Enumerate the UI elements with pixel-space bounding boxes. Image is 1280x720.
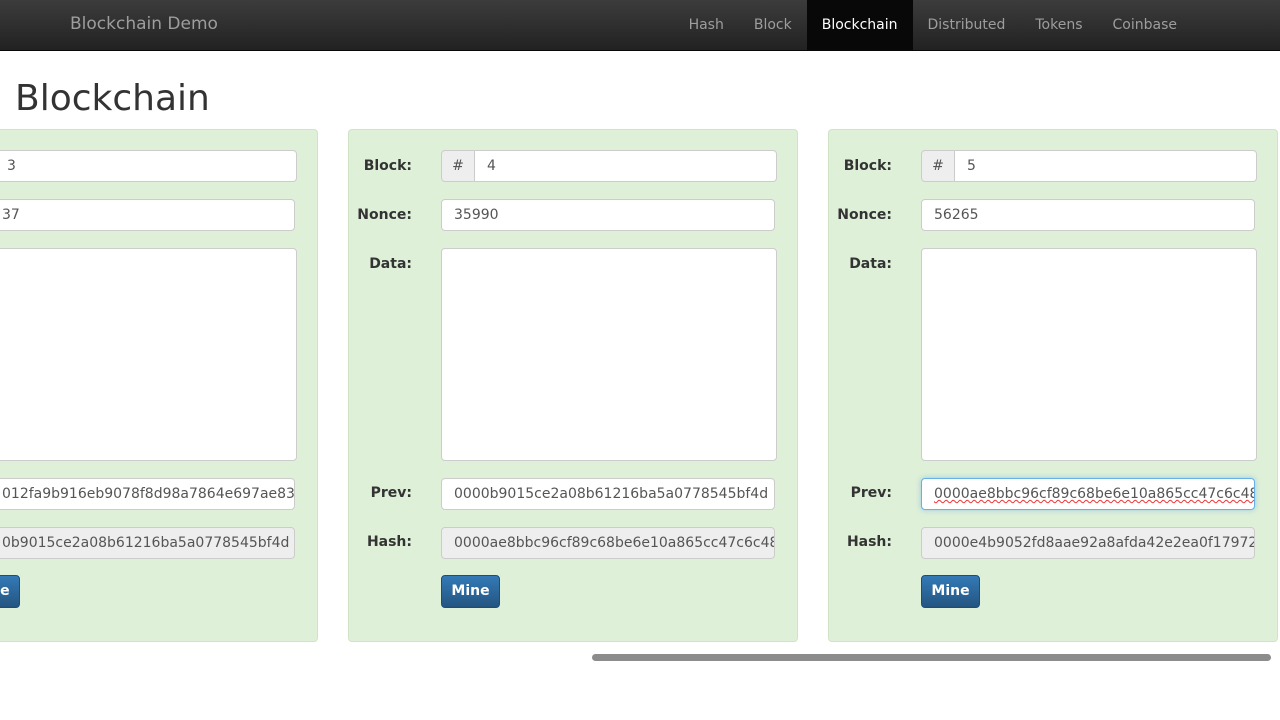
block-card: Block: # 4 Nonce: 35990 Data: Prev: 0000…	[348, 129, 798, 642]
blockchain-scroll-area: Block: # 3 Nonce: 37 Data: Prev: 012fa9b…	[0, 128, 1280, 648]
hash-prefix: #	[441, 150, 475, 182]
mine-button[interactable]: Mine	[921, 575, 980, 608]
prev-input[interactable]: 012fa9b916eb9078f8d98a7864e697ae83	[0, 478, 295, 510]
prev-input[interactable]: 0000b9015ce2a08b61216ba5a0778545bf4d	[441, 478, 775, 510]
mine-button[interactable]: Mine	[441, 575, 500, 608]
prev-value: 0000b9015ce2a08b61216ba5a0778545bf4d	[454, 486, 769, 502]
block-label: Block:	[843, 158, 892, 174]
hash-output: 0000e4b9052fd8aae92a8afda42e2ea0f17972	[921, 527, 1255, 559]
nav-coinbase[interactable]: Coinbase	[1098, 0, 1192, 50]
nav-block[interactable]: Block	[739, 0, 807, 50]
hash-output: 0b9015ce2a08b61216ba5a0778545bf4d	[0, 527, 295, 559]
nav-tokens[interactable]: Tokens	[1020, 0, 1097, 50]
data-label: Data:	[849, 256, 892, 272]
hash-label: Hash:	[846, 534, 892, 550]
block-number-input[interactable]: 4	[475, 150, 777, 182]
block-card: Block: # 5 Nonce: 56265 Data: Prev: 0000…	[828, 129, 1278, 642]
data-label: Data:	[369, 256, 412, 272]
horizontal-scrollbar[interactable]	[592, 654, 1271, 661]
nav-hash[interactable]: Hash	[674, 0, 739, 50]
navbar: Blockchain Demo Hash Block Blockchain Di…	[0, 0, 1280, 51]
data-textarea[interactable]	[441, 248, 777, 461]
prev-input[interactable]: 0000ae8bbc96cf89c68be6e10a865cc47c6c48	[921, 478, 1255, 510]
hash-prefix: #	[921, 150, 955, 182]
nonce-label: Nonce:	[357, 207, 412, 223]
data-textarea[interactable]	[921, 248, 1257, 461]
block-number-input[interactable]: 5	[955, 150, 1257, 182]
page-title: Blockchain	[15, 78, 210, 119]
nonce-input[interactable]: 56265	[921, 199, 1255, 231]
block-number-group: # 3	[0, 150, 297, 182]
block-number-group: # 5	[921, 150, 1257, 182]
block-number-input[interactable]: 3	[0, 150, 297, 182]
nav-blockchain[interactable]: Blockchain	[806, 0, 913, 50]
prev-value: 012fa9b916eb9078f8d98a7864e697ae83	[2, 486, 295, 502]
block-card: Block: # 3 Nonce: 37 Data: Prev: 012fa9b…	[0, 129, 318, 642]
hash-label: Hash:	[366, 534, 412, 550]
nav-distributed[interactable]: Distributed	[913, 0, 1021, 50]
nav-menu: Hash Block Blockchain Distributed Tokens…	[674, 0, 1192, 50]
prev-value: 0000ae8bbc96cf89c68be6e10a865cc47c6c48	[934, 486, 1255, 502]
data-textarea[interactable]	[0, 248, 297, 461]
prev-label: Prev:	[850, 485, 892, 501]
prev-label: Prev:	[370, 485, 412, 501]
hash-output: 0000ae8bbc96cf89c68be6e10a865cc47c6c48	[441, 527, 775, 559]
nonce-input[interactable]: 35990	[441, 199, 775, 231]
nonce-input[interactable]: 37	[0, 199, 295, 231]
block-number-group: # 4	[441, 150, 777, 182]
mine-button[interactable]: Mine	[0, 575, 20, 608]
block-label: Block:	[363, 158, 412, 174]
nonce-label: Nonce:	[837, 207, 892, 223]
brand[interactable]: Blockchain Demo	[70, 14, 218, 34]
